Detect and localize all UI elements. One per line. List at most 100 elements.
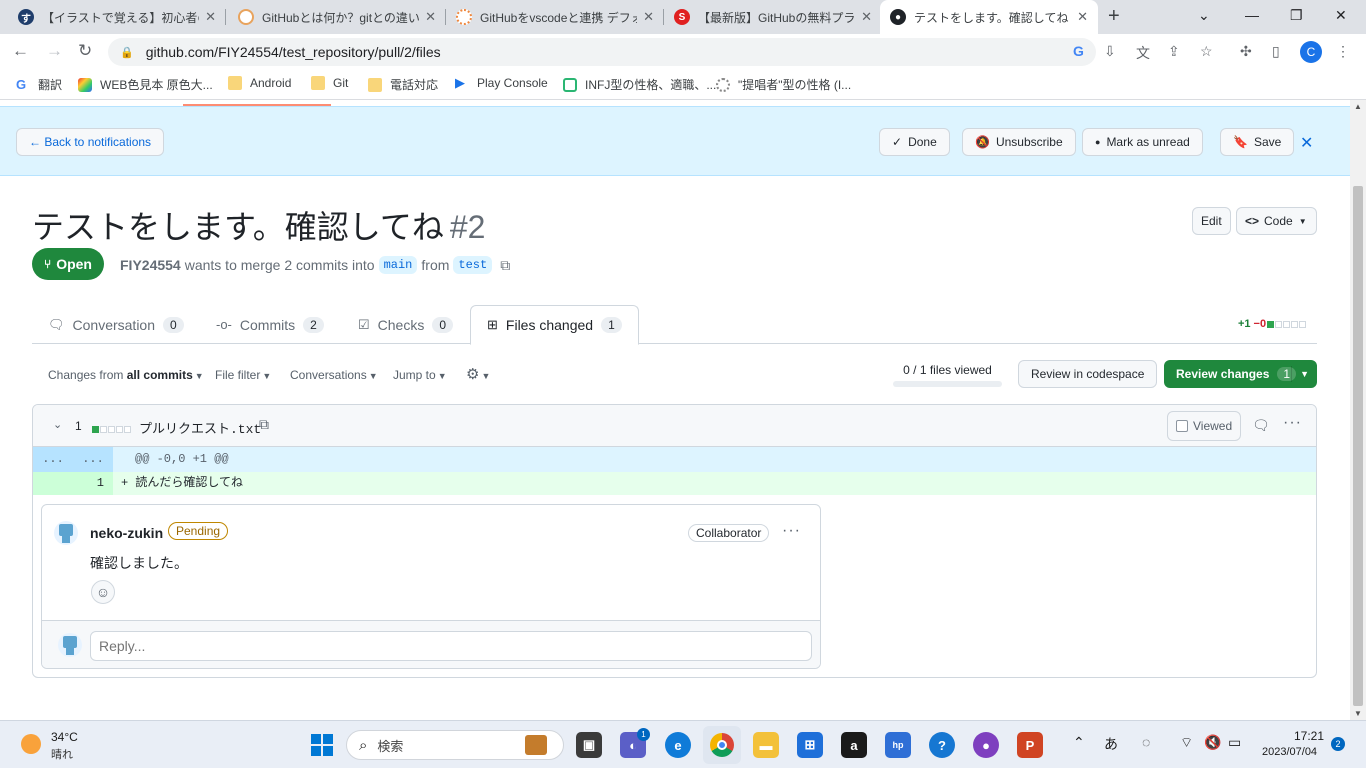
back-arrow-icon[interactable]: ←	[12, 41, 29, 61]
tab-checks[interactable]: ☑ Checks 0	[342, 305, 469, 344]
amazon-icon[interactable]: a	[841, 732, 867, 758]
comment-icon[interactable]: 🗨	[1252, 417, 1270, 434]
minimize-icon[interactable]: —	[1245, 7, 1259, 23]
browser-tab-2[interactable]: GitHubとは何か？gitとの違いや ✕	[228, 0, 446, 34]
volume-muted-icon[interactable]: 🔇	[1204, 734, 1221, 751]
sun-icon[interactable]	[21, 734, 41, 754]
help-icon[interactable]: ?	[929, 732, 955, 758]
reload-icon[interactable]: ↻	[78, 41, 92, 61]
review-in-codespace-button[interactable]: Review in codespace	[1018, 360, 1158, 388]
side-panel-icon[interactable]: ▯	[1272, 43, 1280, 60]
browser-tab-1[interactable]: す 【イラストで覚える】初心者のため ✕	[8, 0, 226, 34]
bookmark-play-console[interactable]: ▶ Play Console	[455, 76, 548, 91]
done-button[interactable]: ✓ Done	[879, 128, 950, 156]
forward-arrow-icon[interactable]: →	[46, 41, 63, 61]
page-scrollbar[interactable]: ▲ ▼	[1350, 100, 1366, 720]
base-branch-label[interactable]: main	[378, 256, 418, 274]
google-lens-icon[interactable]: G	[1073, 43, 1084, 59]
head-branch-label[interactable]: test	[453, 256, 493, 274]
lock-icon[interactable]: 🔒	[120, 46, 134, 59]
translate-icon[interactable]: 文	[1136, 43, 1150, 63]
chrome-menu-icon[interactable]: ⋮	[1336, 43, 1350, 60]
jump-to-dropdown[interactable]: Jump to ▼	[393, 368, 447, 382]
conversations-dropdown[interactable]: Conversations ▼	[290, 368, 378, 382]
extensions-puzzle-icon[interactable]: ✣	[1240, 43, 1252, 60]
comment-author-link[interactable]: neko-zukin	[90, 525, 163, 541]
microsoft-store-icon[interactable]: ⊞	[797, 732, 823, 758]
close-tab-icon[interactable]: ✕	[643, 9, 654, 25]
code-dropdown-button[interactable]: <> Code ▼	[1236, 207, 1317, 235]
scroll-down-icon[interactable]: ▼	[1354, 709, 1362, 718]
close-tab-icon[interactable]: ✕	[205, 9, 216, 25]
close-window-icon[interactable]: ✕	[1335, 7, 1347, 24]
weather-temperature[interactable]: 34°C	[51, 730, 78, 744]
windows-start-icon[interactable]	[309, 732, 335, 758]
viewed-checkbox[interactable]: Viewed	[1167, 411, 1242, 441]
kebab-horizontal-icon[interactable]: ···	[782, 522, 801, 540]
bookmark-web-colors[interactable]: WEB色見本 原色大...	[78, 76, 213, 93]
taskbar-search[interactable]: ⌕ 検索	[346, 730, 564, 760]
file-name-link[interactable]: プルリクエスト.txt	[139, 418, 261, 437]
tab-files-changed[interactable]: ⊞ Files changed 1	[470, 305, 639, 345]
clock-date[interactable]: 2023/07/04	[1262, 746, 1317, 758]
scrollbar-thumb[interactable]	[1353, 186, 1363, 706]
smiley-reaction-icon[interactable]: ☺	[91, 580, 115, 604]
chevron-down-icon[interactable]: ⌄	[53, 418, 62, 431]
unsubscribe-button[interactable]: 🔕 Unsubscribe	[962, 128, 1076, 156]
pr-author-link[interactable]: FIY24554	[120, 257, 181, 273]
powerpoint-icon[interactable]: P	[1017, 732, 1043, 758]
bookmark-folder-git[interactable]: Git	[311, 76, 348, 90]
ime-mode-icon[interactable]: ◌	[1142, 734, 1150, 750]
tab-commits[interactable]: -o- Commits 2	[200, 305, 340, 344]
share-icon[interactable]: ⇪	[1168, 43, 1180, 60]
browser-tab-4[interactable]: S 【最新版】GitHubの無料プランで ✕	[664, 0, 882, 34]
bookmark-translate[interactable]: G 翻訳	[16, 76, 62, 93]
file-explorer-icon[interactable]: ▬	[753, 732, 779, 758]
expand-up-button[interactable]: ...	[33, 447, 73, 472]
back-to-notifications-button[interactable]: ← Back to notifications	[16, 128, 165, 156]
bookmark-star-icon[interactable]: ☆	[1200, 43, 1213, 60]
edge-browser-icon[interactable]: e	[665, 732, 691, 758]
chevron-up-icon[interactable]: ⌃	[1073, 734, 1085, 751]
tab-conversation[interactable]: 🗨 Conversation 0	[32, 305, 200, 344]
avatar[interactable]	[54, 521, 78, 545]
address-bar[interactable]: 🔒 github.com/FIY24554/test_repository/pu…	[108, 38, 1096, 66]
edit-button[interactable]: Edit	[1192, 207, 1231, 235]
mark-as-unread-button[interactable]: ● Mark as unread	[1082, 128, 1203, 156]
close-notification-bar-icon[interactable]: ✕	[1300, 133, 1313, 153]
clock-time[interactable]: 17:21	[1294, 729, 1324, 743]
weather-description[interactable]: 晴れ	[51, 746, 73, 762]
install-app-icon[interactable]: ⇩	[1104, 43, 1116, 60]
new-tab-icon[interactable]: +	[1108, 5, 1120, 28]
notification-count-badge[interactable]: 2	[1331, 737, 1345, 751]
new-line-number[interactable]: 1	[73, 472, 113, 495]
github-desktop-icon[interactable]: ●	[973, 732, 999, 758]
reply-input[interactable]	[90, 631, 812, 661]
close-tab-icon[interactable]: ✕	[861, 9, 872, 25]
copy-icon[interactable]: ⧉	[259, 416, 269, 433]
diff-settings-button[interactable]: ⚙ ▼	[466, 365, 490, 383]
kebab-horizontal-icon[interactable]: ···	[1283, 414, 1302, 432]
close-tab-icon[interactable]: ✕	[1077, 9, 1088, 25]
save-button[interactable]: 🔖 Save	[1220, 128, 1295, 156]
expand-down-button[interactable]: ...	[73, 447, 113, 472]
bookmark-folder-phone[interactable]: 電話対応	[368, 76, 438, 93]
review-changes-button[interactable]: Review changes 1 ▼	[1164, 360, 1317, 388]
wifi-icon[interactable]: ⌔	[1180, 734, 1193, 752]
restore-icon[interactable]: ❐	[1290, 7, 1303, 24]
browser-tab-5-active[interactable]: ● テストをします。確認してね by FI ✕	[880, 0, 1098, 34]
battery-icon[interactable]: ▭	[1228, 734, 1241, 751]
profile-avatar[interactable]: C	[1300, 41, 1322, 63]
close-tab-icon[interactable]: ✕	[425, 9, 436, 25]
bookmark-folder-android[interactable]: Android	[228, 76, 291, 90]
myhp-icon[interactable]: hp	[885, 732, 911, 758]
copy-icon[interactable]: ⧉	[500, 257, 510, 274]
changes-from-dropdown[interactable]: Changes from all commits ▼	[48, 368, 204, 382]
bookmark-infj[interactable]: INFJ型の性格、適職、...	[563, 76, 716, 93]
bookmark-advocate[interactable]: "提唱者"型の性格 (I...	[716, 76, 851, 93]
file-filter-dropdown[interactable]: File filter ▼	[215, 368, 271, 382]
tab-search-chevron-icon[interactable]: ⌄	[1198, 7, 1210, 24]
task-view-icon[interactable]: ▣	[576, 732, 602, 758]
scroll-up-icon[interactable]: ▲	[1354, 102, 1362, 111]
browser-tab-3[interactable]: GitHubをvscodeと連携 デフォル ✕	[446, 0, 664, 34]
